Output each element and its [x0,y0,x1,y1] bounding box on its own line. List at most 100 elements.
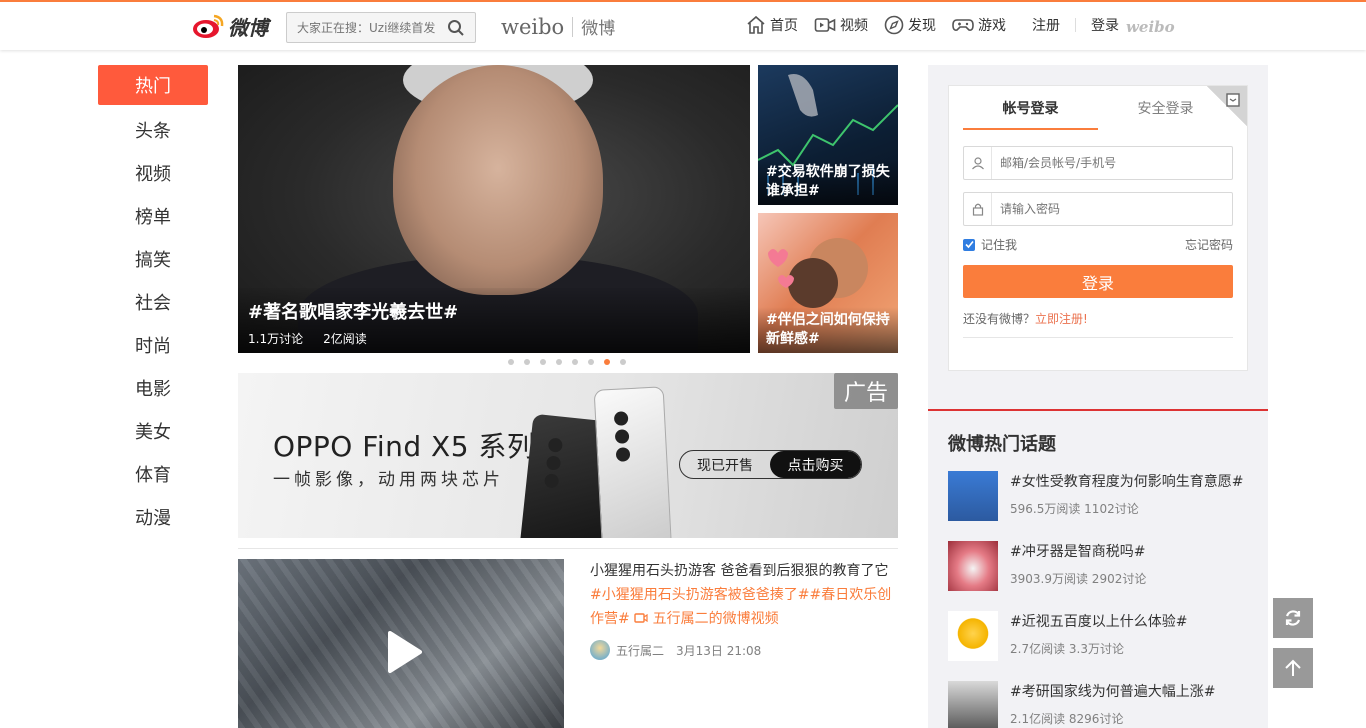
brand-cn: 微博 [581,19,616,39]
register-now-link[interactable]: 立即注册! [1035,312,1088,326]
nav-home[interactable]: 首页 [746,15,798,35]
topic-stats: 2.7亿阅读 3.3万讨论 [1010,642,1124,656]
topic-title: #冲牙器是智商税吗# [1010,544,1146,560]
side-card-trading-caption: #交易软件崩了损失谁承担# [758,159,898,205]
search-button[interactable] [442,14,470,42]
login-link[interactable]: 登录 [1091,15,1119,35]
arrow-up-icon [1285,659,1301,676]
play-icon [388,631,422,673]
back-to-top-button[interactable] [1273,648,1313,688]
category-anime[interactable]: 动漫 [98,495,208,538]
gamepad-icon [952,19,974,31]
register-link[interactable]: 注册 [1032,15,1060,35]
ad-phone-white [593,386,673,538]
ad-subtitle: 一帧影像，动用两块芯片 [273,470,504,490]
remember-me[interactable]: 记住我 [963,236,1017,253]
camera-icon [613,411,629,426]
topic-title: #考研国家线为何普遍大幅上涨# [1010,684,1216,700]
top-bar: 微博 weibo 微博 首页 视频 发现 游戏 [0,0,1366,50]
avatar[interactable] [590,640,610,660]
nav-video[interactable]: 视频 [814,15,868,35]
topic-stats: 596.5万阅读 1102讨论 [1010,502,1139,516]
ad-cta: 现已开售 点击购买 [679,450,862,479]
feed-video-link[interactable]: 五行属二的微博视频 [653,611,779,627]
carousel-dot[interactable] [508,359,514,365]
remember-row: 记住我 忘记密码 [963,236,1233,253]
category-sports[interactable]: 体育 [98,452,208,495]
hot-topic-item[interactable]: #考研国家线为何普遍大幅上涨# 2.1亿阅读 8296讨论 [948,681,1258,728]
category-movies[interactable]: 电影 [98,366,208,409]
nav-home-label: 首页 [770,18,798,34]
hot-topic-item[interactable]: #近视五百度以上什么体验# 2.7亿阅读 3.3万讨论 [948,611,1258,661]
top-nav: 首页 视频 发现 游戏 注册 登录 [746,15,1119,35]
side-card-couple[interactable]: #伴侣之间如何保持新鲜感# [758,213,898,353]
side-card-trading[interactable]: #交易软件崩了损失谁承担# [758,65,898,205]
carousel-dot[interactable] [572,359,578,365]
hero-title[interactable]: #著名歌唱家李光羲去世# [248,298,740,324]
remember-label: 记住我 [981,238,1018,252]
carousel-dot[interactable] [588,359,594,365]
feed-video-thumbnail[interactable] [238,559,564,728]
remember-checkbox[interactable] [963,238,975,251]
tab-account-login[interactable]: 帐号登录 [963,98,1098,130]
brand-en: weibo [501,14,565,39]
hot-topic-item[interactable]: #冲牙器是智商税吗# 3903.9万阅读 2902讨论 [948,541,1258,591]
nav-games[interactable]: 游戏 [952,15,1006,35]
hero-slide[interactable]: #著名歌唱家李光羲去世# 1.1万讨论 2亿阅读 [238,65,750,353]
carousel-dot[interactable] [620,359,626,365]
carousel-dot[interactable] [540,359,546,365]
logo-text: 微博 [228,15,268,40]
username-field [963,146,1233,180]
nav-discover[interactable]: 发现 [884,15,936,35]
user-icon [964,147,992,179]
feed-meta: 五行属二 3月13日 21:08 [590,640,761,660]
topic-thumbnail [948,681,998,728]
brand-divider [572,16,574,37]
weibo-small-logo: weibo [1126,18,1175,36]
video-icon [814,18,836,32]
password-input[interactable] [992,202,1222,216]
hero-reads: 2亿阅读 [323,332,367,346]
feed-text[interactable]: 小猩猩用石头扔游客 爸爸看到后狠狠的教育了它 [590,559,900,583]
nav-discover-label: 发现 [908,18,936,34]
category-fashion[interactable]: 时尚 [98,323,208,366]
search-input[interactable] [287,20,442,35]
refresh-button[interactable] [1273,598,1313,638]
camera-icon [547,437,564,453]
category-headlines[interactable]: 头条 [98,108,208,151]
feed-tags: #小猩猩用石头扔游客被爸爸揍了##春日欢乐创作营# 五行属二的微博视频 [590,583,900,631]
feed-divider [238,548,898,549]
topic-title: #女性受教育程度为何影响生育意愿# [1010,474,1244,490]
hero-caption: #著名歌唱家李光羲去世# 1.1万讨论 2亿阅读 [238,288,750,353]
category-nav: 热门 头条 视频 榜单 搞笑 社会 时尚 电影 美女 体育 动漫 [98,65,208,538]
username-input[interactable] [992,156,1222,170]
carousel-dot[interactable] [524,359,530,365]
search-box [286,12,476,43]
category-video[interactable]: 视频 [98,151,208,194]
carousel-dot-active[interactable] [604,359,610,365]
feed-author[interactable]: 五行属二 [616,642,664,659]
nav-video-label: 视频 [840,18,868,34]
compass-icon [884,15,904,35]
category-ranking[interactable]: 榜单 [98,194,208,237]
ad-buy-button[interactable]: 点击购买 [770,451,861,478]
topic-title: #近视五百度以上什么体验# [1010,614,1188,630]
category-beauty[interactable]: 美女 [98,409,208,452]
category-society[interactable]: 社会 [98,280,208,323]
ad-banner[interactable]: OPPO Find X5 系列 一帧影像，动用两块芯片 现已开售 点击购买 广告 [238,373,898,538]
category-hot[interactable]: 热门 [98,65,208,105]
topic-thumbnail [948,471,998,521]
tab-secure-login[interactable]: 安全登录 [1098,98,1233,130]
forgot-password-link[interactable]: 忘记密码 [1185,236,1233,253]
video-link-icon [634,613,648,623]
weibo-logo[interactable]: 微博 [192,10,268,42]
hot-topic-item[interactable]: #女性受教育程度为何影响生育意愿# 596.5万阅读 1102讨论 [948,471,1258,521]
login-button[interactable]: 登录 [963,265,1233,298]
hero-meta: 1.1万讨论 2亿阅读 [248,330,740,347]
topic-thumbnail [948,611,998,661]
category-funny[interactable]: 搞笑 [98,237,208,280]
ad-on-sale: 现已开售 [697,457,753,474]
carousel-dot[interactable] [556,359,562,365]
no-account-text: 还没有微博？ [963,312,1036,326]
login-tabs: 帐号登录 安全登录 [963,98,1233,130]
